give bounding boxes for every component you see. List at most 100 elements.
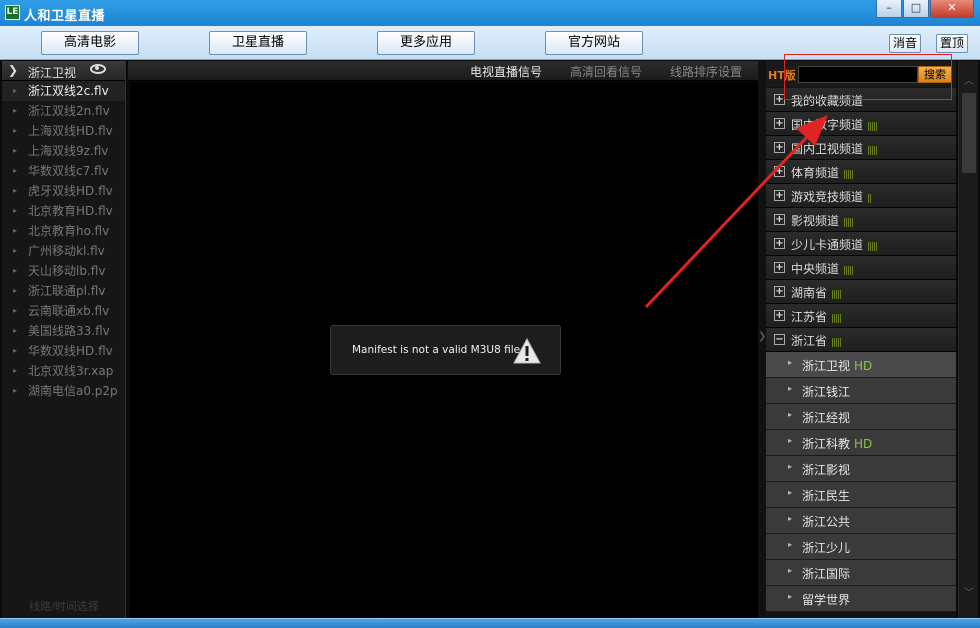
line-item[interactable]: 虎牙双线HD.flv: [2, 181, 125, 201]
expand-icon[interactable]: +: [774, 214, 785, 225]
line-item[interactable]: 北京双线3r.xap: [2, 361, 125, 381]
category-name: 中央频道: [791, 262, 840, 276]
channel-label: 浙江科教HD: [802, 435, 872, 452]
line-item[interactable]: 天山移动lb.flv: [2, 261, 125, 281]
chevron-right-icon[interactable]: ❯: [8, 63, 18, 77]
hd-badge: HD: [854, 359, 873, 373]
category-item[interactable]: + 影视频道 |||||: [766, 208, 956, 232]
expand-icon[interactable]: +: [774, 286, 785, 297]
channel-label: 浙江影视: [802, 461, 854, 478]
category-item[interactable]: − 浙江省 |||||: [766, 328, 956, 352]
category-item[interactable]: + 游戏竞技频道 ||: [766, 184, 956, 208]
channel-item[interactable]: 浙江经视: [766, 404, 956, 430]
signal-bars: |||||: [831, 338, 842, 348]
app-logo-icon: LE: [5, 5, 20, 20]
category-item[interactable]: + 体育频道 |||||: [766, 160, 956, 184]
channel-item[interactable]: 浙江国际: [766, 560, 956, 586]
line-item[interactable]: 华数双线HD.flv: [2, 341, 125, 361]
expand-icon[interactable]: +: [774, 262, 785, 273]
channel-name: 浙江科教: [802, 437, 851, 451]
tab-tv-live-signal[interactable]: 电视直播信号: [470, 63, 542, 80]
scroll-down-icon[interactable]: ﹀: [962, 587, 976, 601]
category-item[interactable]: + 少儿卡通频道 |||||: [766, 232, 956, 256]
error-message: Manifest is not a valid M3U8 file: [352, 344, 521, 356]
line-item[interactable]: 北京教育ho.flv: [2, 221, 125, 241]
signal-bars: |||||: [843, 218, 854, 228]
pin-top-button[interactable]: 置顶: [936, 34, 968, 53]
scroll-up-icon[interactable]: ︿: [962, 75, 976, 89]
line-item[interactable]: 上海双线HD.flv: [2, 121, 125, 141]
close-button[interactable]: ✕: [930, 0, 974, 18]
scrollbar-thumb[interactable]: [962, 93, 976, 173]
hd-badge: HD: [854, 437, 873, 451]
channel-item[interactable]: 浙江公共: [766, 508, 956, 534]
category-item[interactable]: + 国内数字频道 |||||: [766, 112, 956, 136]
official-site-button[interactable]: 官方网站: [545, 31, 643, 55]
category-label: 体育频道 |||||: [791, 164, 854, 181]
category-item[interactable]: + 江苏省 |||||: [766, 304, 956, 328]
panel-collapse-handle[interactable]: ❯: [758, 61, 766, 618]
line-item[interactable]: 华数双线c7.flv: [2, 161, 125, 181]
tab-hd-playback-signal[interactable]: 高清回看信号: [570, 63, 642, 80]
expand-icon[interactable]: +: [774, 238, 785, 249]
window-title: 人和卫星直播: [24, 9, 106, 24]
channel-item[interactable]: 浙江科教HD: [766, 430, 956, 456]
line-item[interactable]: 广州移动kl.flv: [2, 241, 125, 261]
line-item[interactable]: 云南联通xb.flv: [2, 301, 125, 321]
satellite-live-button[interactable]: 卫星直播: [209, 31, 307, 55]
channel-name: 浙江经视: [802, 411, 851, 425]
expand-icon[interactable]: +: [774, 166, 785, 177]
expand-icon[interactable]: +: [774, 310, 785, 321]
error-message-box: Manifest is not a valid M3U8 file: [330, 325, 561, 375]
category-list: + 我的收藏频道 + 国内数字频道 ||||| + 国内卫视频道 ||||| + 体育频道 ||||…: [766, 88, 956, 612]
line-item[interactable]: 湖南电信a0.p2p: [2, 381, 125, 401]
channel-item[interactable]: 浙江影视: [766, 456, 956, 482]
signal-bars: ||: [867, 194, 872, 204]
channel-item[interactable]: 留学世界: [766, 586, 956, 612]
line-item[interactable]: 浙江双线2n.flv: [2, 101, 125, 121]
category-label: 江苏省 |||||: [791, 308, 842, 325]
maximize-button[interactable]: □: [903, 0, 929, 18]
signal-bars: |||||: [843, 266, 854, 276]
line-item[interactable]: 上海双线9z.flv: [2, 141, 125, 161]
more-apps-button[interactable]: 更多应用: [377, 31, 475, 55]
line-item[interactable]: 北京教育HD.flv: [2, 201, 125, 221]
line-item[interactable]: 浙江联通pl.flv: [2, 281, 125, 301]
signal-bars: |||||: [867, 242, 878, 252]
category-name: 国内卫视频道: [791, 142, 864, 156]
hd-movie-button[interactable]: 高清电影: [41, 31, 139, 55]
category-item[interactable]: + 中央频道 |||||: [766, 256, 956, 280]
expand-icon[interactable]: +: [774, 142, 785, 153]
annotation-highlight-box: [784, 54, 952, 100]
status-bar: [0, 618, 980, 628]
channel-item[interactable]: 浙江钱江: [766, 378, 956, 404]
expand-icon[interactable]: +: [774, 190, 785, 201]
expand-icon[interactable]: +: [774, 118, 785, 129]
warning-icon: [513, 338, 541, 364]
line-list: 浙江双线2c.flv浙江双线2n.flv上海双线HD.flv上海双线9z.flv…: [2, 81, 125, 401]
tab-line-sort-settings[interactable]: 线路排序设置: [670, 63, 742, 80]
category-label: 国内数字频道 |||||: [791, 116, 878, 133]
minimize-button[interactable]: –: [876, 0, 902, 18]
channel-item[interactable]: 浙江少儿: [766, 534, 956, 560]
collapse-icon[interactable]: −: [774, 334, 785, 345]
category-name: 游戏竞技频道: [791, 190, 864, 204]
eye-icon[interactable]: [90, 64, 106, 74]
channel-label: 浙江经视: [802, 409, 854, 426]
category-label: 游戏竞技频道 ||: [791, 188, 872, 205]
channel-item[interactable]: 浙江民生: [766, 482, 956, 508]
category-name: 江苏省: [791, 310, 828, 324]
channel-item[interactable]: 浙江卫视HD: [766, 352, 956, 378]
category-name: 浙江省: [791, 334, 828, 348]
category-item[interactable]: + 湖南省 |||||: [766, 280, 956, 304]
line-item[interactable]: 美国线路33.flv: [2, 321, 125, 341]
category-item[interactable]: + 国内卫视频道 |||||: [766, 136, 956, 160]
line-panel-header: ❯ 浙江卫视: [2, 61, 125, 81]
channel-scrollbar[interactable]: ︿ ﹀: [958, 61, 978, 618]
channel-label: 留学世界: [802, 591, 854, 608]
current-channel-title: 浙江卫视: [28, 66, 77, 80]
signal-bars: |||||: [831, 314, 842, 324]
category-name: 体育频道: [791, 166, 840, 180]
mute-button[interactable]: 消音: [889, 34, 921, 53]
line-item[interactable]: 浙江双线2c.flv: [2, 81, 125, 101]
